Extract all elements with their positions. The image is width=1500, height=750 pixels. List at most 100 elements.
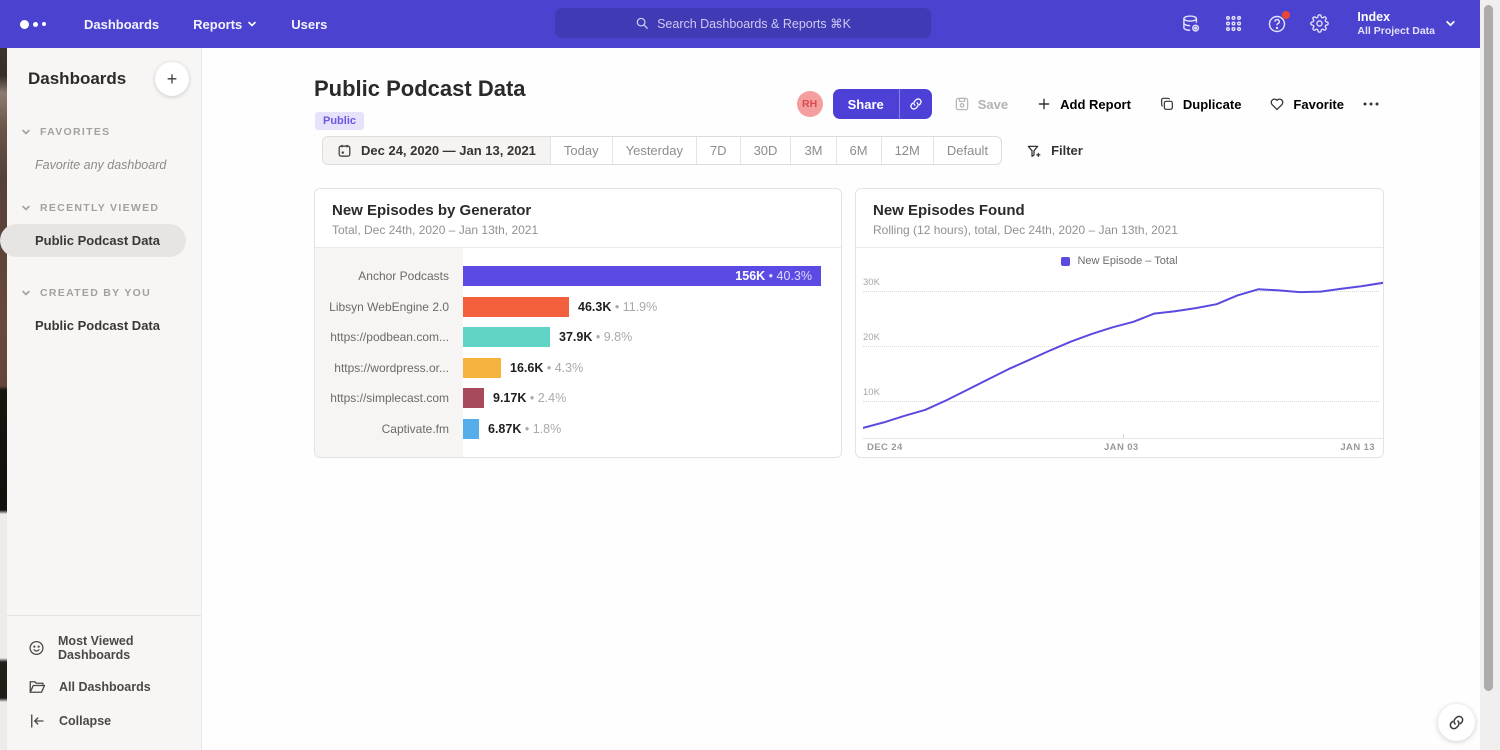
bar-row[interactable]: Captivate.fm 6.87K • 1.8%: [315, 414, 841, 445]
date-controls: Dec 24, 2020 — Jan 13, 2021 Today Yester…: [322, 136, 1083, 165]
bar[interactable]: [463, 327, 550, 347]
preset-12m[interactable]: 12M: [881, 137, 933, 164]
link-icon: [909, 97, 923, 111]
bar-row[interactable]: https://podbean.com... 37.9K • 9.8%: [315, 322, 841, 353]
bar-row[interactable]: https://wordpress.or... 16.6K • 4.3%: [315, 353, 841, 384]
bar-chart: Anchor Podcasts 156K • 40.3% Libsyn WebE…: [315, 248, 841, 457]
bar[interactable]: [463, 358, 501, 378]
copy-link-button[interactable]: [899, 89, 932, 119]
top-navbar: Dashboards Reports Users Search Dashboar…: [0, 0, 1480, 48]
chart-legend[interactable]: New Episode – Total: [856, 255, 1383, 267]
save-button[interactable]: Save: [940, 89, 1022, 119]
bar-category-label: Libsyn WebEngine 2.0: [315, 300, 463, 314]
chevron-down-icon: [1445, 18, 1456, 29]
favorites-empty-note: Favorite any dashboard: [7, 158, 201, 172]
floating-link-button[interactable]: [1438, 704, 1475, 741]
bar-row[interactable]: Anchor Podcasts 156K • 40.3%: [315, 261, 841, 292]
project-switcher[interactable]: Index All Project Data: [1357, 9, 1456, 39]
bar[interactable]: [463, 388, 484, 408]
bar-value: 6.87K • 1.8%: [488, 422, 561, 436]
search-placeholder: Search Dashboards & Reports ⌘K: [657, 16, 851, 31]
preset-30d[interactable]: 30D: [740, 137, 791, 164]
sidebar-item-public-podcast-data[interactable]: Public Podcast Data: [0, 224, 186, 257]
settings-gear-icon[interactable]: [1310, 14, 1330, 34]
bar[interactable]: [463, 419, 479, 439]
section-recently-viewed[interactable]: RECENTLY VIEWED: [7, 202, 201, 214]
legend-swatch: [1061, 257, 1070, 266]
x-tick: DEC 24: [867, 442, 903, 453]
save-icon: [954, 96, 970, 112]
nav-item-users[interactable]: Users: [291, 17, 327, 32]
more-options-button[interactable]: [1358, 97, 1384, 111]
preset-3m[interactable]: 3M: [790, 137, 835, 164]
search-input[interactable]: Search Dashboards & Reports ⌘K: [555, 8, 931, 38]
filter-icon: [1026, 143, 1042, 159]
data-management-icon[interactable]: [1181, 14, 1201, 34]
notification-dot: [1282, 11, 1290, 19]
scrollbar-thumb[interactable]: [1484, 5, 1493, 691]
apps-grid-icon[interactable]: [1224, 14, 1244, 34]
nav-item-dashboards[interactable]: Dashboards: [84, 17, 159, 32]
bar-value: 37.9K • 9.8%: [559, 330, 632, 344]
date-range-picker[interactable]: Dec 24, 2020 — Jan 13, 2021: [323, 137, 550, 164]
header-actions: RH Share Save Add Report Duplicate Favor…: [797, 89, 1384, 119]
preset-7d[interactable]: 7D: [696, 137, 740, 164]
section-created-by-you[interactable]: CREATED BY YOU: [7, 287, 201, 299]
sidebar-title: Dashboards: [28, 69, 126, 89]
report-card-new-episodes-by-generator[interactable]: New Episodes by Generator Total, Dec 24t…: [314, 188, 842, 458]
x-tick-mark: [1123, 434, 1124, 438]
bar-category-label: https://simplecast.com: [315, 391, 463, 405]
preset-today[interactable]: Today: [550, 137, 612, 164]
bar-row[interactable]: https://simplecast.com 9.17K • 2.4%: [315, 383, 841, 414]
heart-icon: [1269, 96, 1285, 112]
mixpanel-logo[interactable]: [20, 20, 60, 29]
section-label: RECENTLY VIEWED: [40, 202, 159, 214]
x-tick: JAN 03: [1104, 442, 1139, 453]
navbar-right: Index All Project Data: [1181, 0, 1456, 48]
section-label: FAVORITES: [40, 126, 110, 138]
sidebar-footer: Most Viewed Dashboards All Dashboards Co…: [7, 615, 201, 750]
bar[interactable]: [463, 297, 569, 317]
collapse-sidebar-button[interactable]: Collapse: [7, 704, 201, 738]
add-dashboard-button[interactable]: +: [155, 62, 189, 96]
preset-default[interactable]: Default: [933, 137, 1001, 164]
card-title: New Episodes by Generator: [332, 202, 824, 219]
duplicate-button[interactable]: Duplicate: [1145, 89, 1256, 119]
all-dashboards-button[interactable]: All Dashboards: [7, 670, 201, 704]
card-subtitle: Total, Dec 24th, 2020 – Jan 13th, 2021: [332, 223, 824, 237]
chevron-down-icon: [21, 203, 31, 213]
card-header: New Episodes Found Rolling (12 hours), t…: [856, 189, 1383, 248]
share-button[interactable]: Share: [833, 89, 932, 119]
filter-button[interactable]: Filter: [1026, 143, 1083, 159]
sidebar-item-public-podcast-data-2[interactable]: Public Podcast Data: [7, 309, 201, 342]
line-series[interactable]: [863, 271, 1383, 441]
card-subtitle: Rolling (12 hours), total, Dec 24th, 202…: [873, 223, 1366, 237]
card-title: New Episodes Found: [873, 202, 1366, 219]
duplicate-icon: [1159, 96, 1175, 112]
avatar[interactable]: RH: [797, 91, 823, 117]
most-viewed-dashboards-button[interactable]: Most Viewed Dashboards: [7, 626, 201, 670]
chevron-down-icon: [247, 19, 257, 29]
bar-value: 156K • 40.3%: [735, 269, 812, 283]
help-icon[interactable]: [1267, 14, 1287, 34]
page-scrollbar: [1480, 0, 1500, 750]
main-content: Public Podcast Data Public RH Share Save…: [202, 48, 1480, 750]
add-report-button[interactable]: Add Report: [1022, 89, 1145, 119]
ellipsis-icon: [1362, 97, 1380, 111]
chevron-down-icon: [21, 288, 31, 298]
project-name: Index: [1357, 9, 1435, 25]
bar-category-label: Captivate.fm: [315, 422, 463, 436]
chevron-down-icon: [21, 127, 31, 137]
section-favorites[interactable]: FAVORITES: [7, 126, 201, 138]
nav-item-reports[interactable]: Reports: [193, 17, 257, 32]
report-card-new-episodes-found[interactable]: New Episodes Found Rolling (12 hours), t…: [855, 188, 1384, 458]
x-tick: JAN 13: [1340, 442, 1375, 453]
preset-6m[interactable]: 6M: [836, 137, 881, 164]
bar-value: 9.17K • 2.4%: [493, 391, 566, 405]
bar-row[interactable]: Libsyn WebEngine 2.0 46.3K • 11.9%: [315, 292, 841, 323]
bar-category-label: https://wordpress.or...: [315, 361, 463, 375]
preset-yesterday[interactable]: Yesterday: [612, 137, 696, 164]
public-badge: Public: [315, 112, 364, 130]
favorite-button[interactable]: Favorite: [1255, 89, 1358, 119]
bar[interactable]: 156K • 40.3%: [463, 266, 821, 286]
